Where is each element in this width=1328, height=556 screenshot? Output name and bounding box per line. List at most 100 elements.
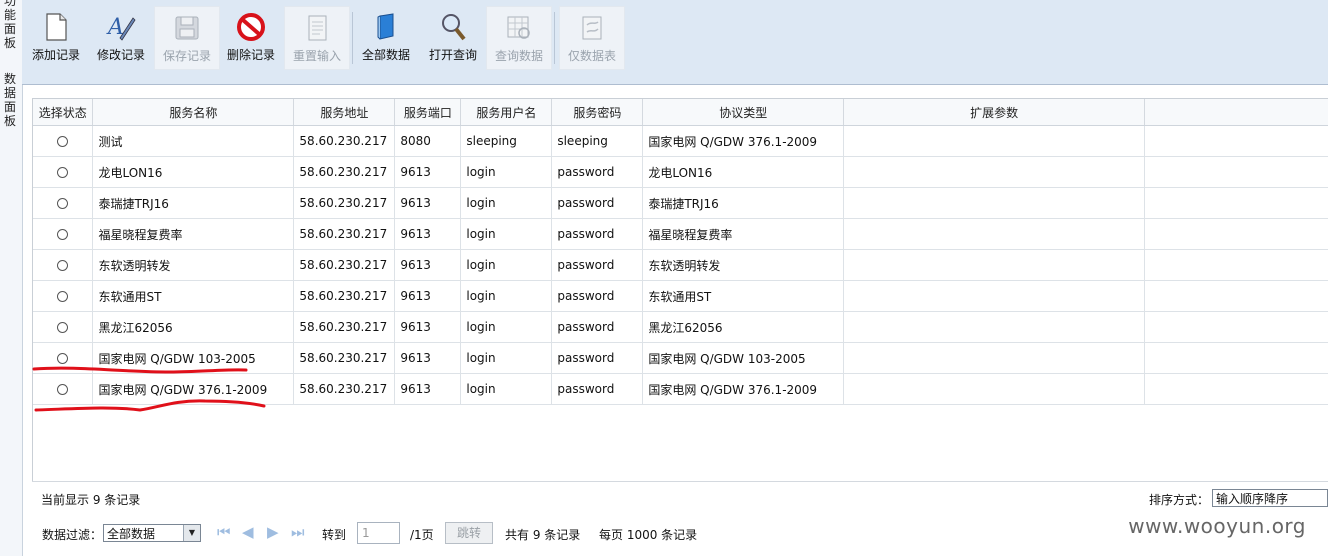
- save-record-label: 保存记录: [162, 49, 211, 63]
- save-record-button[interactable]: 保存记录: [154, 6, 220, 70]
- table-row[interactable]: 黑龙江62056 58.60.230.217 9613 login password 黑龙…: [33, 311, 1328, 343]
- data-table-icon: [582, 16, 602, 40]
- cell-service-name: 测试: [92, 125, 295, 157]
- jump-button[interactable]: 跳转: [445, 522, 493, 544]
- sort-order-select[interactable]: 输入顺序降序: [1212, 489, 1328, 507]
- cell-service-username: login: [460, 280, 553, 312]
- table-row[interactable]: 泰瑞捷TRJ16 58.60.230.217 9613 login password 泰瑞…: [33, 187, 1328, 219]
- add-record-button[interactable]: 添加记录: [24, 6, 88, 68]
- row-select-radio[interactable]: [57, 136, 69, 147]
- row-select-radio[interactable]: [57, 291, 69, 302]
- row-select-radio[interactable]: [57, 260, 69, 271]
- cell-service-password: password: [551, 342, 644, 374]
- magnifier-icon: [442, 14, 466, 41]
- page-number-placeholder: 1: [362, 526, 370, 540]
- sort-label: 排序方式：: [1149, 493, 1210, 507]
- cell-service-name: 国家电网 Q/GDW 376.1-2009: [92, 373, 295, 405]
- reset-input-button[interactable]: 重置输入: [284, 6, 350, 70]
- table-row[interactable]: 东软通用ST 58.60.230.217 9613 login password 东软通用…: [33, 280, 1328, 312]
- cell-service-address: 58.60.230.217: [293, 311, 396, 343]
- column-header-extended-params[interactable]: 扩展参数: [843, 99, 1146, 126]
- data-filter-select[interactable]: 全部数据 ▼: [103, 524, 201, 542]
- next-page-icon[interactable]: ▶: [267, 523, 279, 541]
- table-row[interactable]: 福星晓程复费率 58.60.230.217 9613 login password 福星晓…: [33, 218, 1328, 250]
- page-total: /1页: [410, 528, 434, 542]
- cell-service-password: password: [551, 187, 644, 219]
- cell-service-username: login: [460, 187, 553, 219]
- table-row[interactable]: 国家电网 Q/GDW 103-2005 58.60.230.217 9613 logi…: [33, 342, 1328, 374]
- row-select-radio[interactable]: [57, 384, 69, 395]
- filler-cell: [1144, 156, 1328, 188]
- cell-service-password: password: [551, 311, 644, 343]
- cell-service-address: 58.60.230.217: [293, 218, 396, 250]
- last-page-icon[interactable]: ⏭: [291, 523, 305, 541]
- chevron-down-icon[interactable]: ▼: [183, 525, 200, 541]
- column-header-service-username[interactable]: 服务用户名: [460, 99, 553, 126]
- all-data-label: 全部数据: [361, 48, 410, 62]
- table-row[interactable]: 龙电LON16 58.60.230.217 9613 login password 龙电L…: [33, 156, 1328, 188]
- row-select-radio[interactable]: [57, 198, 69, 209]
- table-row[interactable]: 东软透明转发 58.60.230.217 9613 login password 东软透明…: [33, 249, 1328, 281]
- toolbar: 添加记录 A 修改记录 保存记录 删除记录 重置输入 全部数据 打开查询 查询数…: [22, 0, 1328, 85]
- table-row[interactable]: 国家电网 Q/GDW 376.1-2009 58.60.230.217 9613 lo…: [33, 373, 1328, 405]
- cell-service-port: 8080: [394, 125, 462, 157]
- cell-service-username: login: [460, 342, 553, 374]
- side-tab-function-panel[interactable]: 功能面板: [3, 0, 17, 50]
- row-select-radio[interactable]: [57, 322, 69, 333]
- all-data-button[interactable]: 全部数据: [354, 6, 418, 68]
- cell-extended-params: [843, 373, 1146, 405]
- data-table-only-button[interactable]: 仅数据表: [559, 6, 625, 70]
- column-header-service-name[interactable]: 服务名称: [92, 99, 295, 126]
- cell-extended-params: [843, 156, 1146, 188]
- query-data-button[interactable]: 查询数据: [486, 6, 552, 70]
- cell-service-password: password: [551, 280, 644, 312]
- cell-service-password: password: [551, 156, 644, 188]
- goto-label: 转到: [322, 528, 347, 542]
- cell-service-username: sleeping: [460, 125, 553, 157]
- filler-cell: [1144, 187, 1328, 219]
- cell-service-address: 58.60.230.217: [293, 373, 396, 405]
- edit-record-button[interactable]: A 修改记录: [89, 6, 153, 68]
- cell-service-name: 黑龙江62056: [92, 311, 295, 343]
- column-header-service-port[interactable]: 服务端口: [394, 99, 462, 126]
- data-grid: 选择状态 服务名称 服务地址 服务端口 服务用户名 服务密码 协议类型 扩展参数…: [32, 98, 1328, 482]
- side-tab-data-panel[interactable]: 数据面板: [3, 72, 17, 128]
- page-number-input[interactable]: 1: [357, 522, 400, 544]
- cell-service-name: 泰瑞捷TRJ16: [92, 187, 295, 219]
- cell-service-name: 东软透明转发: [92, 249, 295, 281]
- column-header-protocol-type[interactable]: 协议类型: [642, 99, 845, 126]
- data-filter-value: 全部数据: [107, 527, 156, 541]
- cell-service-password: password: [551, 373, 644, 405]
- cell-service-address: 58.60.230.217: [293, 187, 396, 219]
- cell-protocol-type: 国家电网 Q/GDW 376.1-2009: [642, 373, 845, 405]
- select-cell: [33, 249, 94, 281]
- cell-service-username: login: [460, 156, 553, 188]
- previous-page-icon[interactable]: ◀: [242, 523, 254, 541]
- row-select-radio[interactable]: [57, 167, 69, 178]
- record-count-info: 当前显示 9 条记录: [41, 493, 141, 507]
- delete-record-button[interactable]: 删除记录: [219, 6, 283, 68]
- table-row[interactable]: 测试 58.60.230.217 8080 sleeping sleeping 国家电网 …: [33, 125, 1328, 157]
- cell-service-password: password: [551, 218, 644, 250]
- cell-service-password: password: [551, 249, 644, 281]
- row-select-radio[interactable]: [57, 353, 69, 364]
- cell-service-port: 9613: [394, 373, 462, 405]
- select-cell: [33, 311, 94, 343]
- toolbar-separator: [352, 12, 353, 64]
- row-select-radio[interactable]: [57, 229, 69, 240]
- reset-input-label: 重置输入: [292, 49, 341, 63]
- filter-label: 数据过滤：: [42, 528, 103, 542]
- select-cell: [33, 280, 94, 312]
- cell-protocol-type: 黑龙江62056: [642, 311, 845, 343]
- cell-service-address: 58.60.230.217: [293, 280, 396, 312]
- select-cell: [33, 187, 94, 219]
- cell-service-address: 58.60.230.217: [293, 249, 396, 281]
- column-header-service-address[interactable]: 服务地址: [293, 99, 396, 126]
- column-header-select[interactable]: 选择状态: [33, 99, 94, 126]
- select-cell: [33, 342, 94, 374]
- cell-protocol-type: 泰瑞捷TRJ16: [642, 187, 845, 219]
- column-header-service-password[interactable]: 服务密码: [551, 99, 644, 126]
- first-page-icon[interactable]: ⏮: [217, 523, 231, 541]
- open-query-button[interactable]: 打开查询: [421, 6, 485, 68]
- cell-service-username: login: [460, 311, 553, 343]
